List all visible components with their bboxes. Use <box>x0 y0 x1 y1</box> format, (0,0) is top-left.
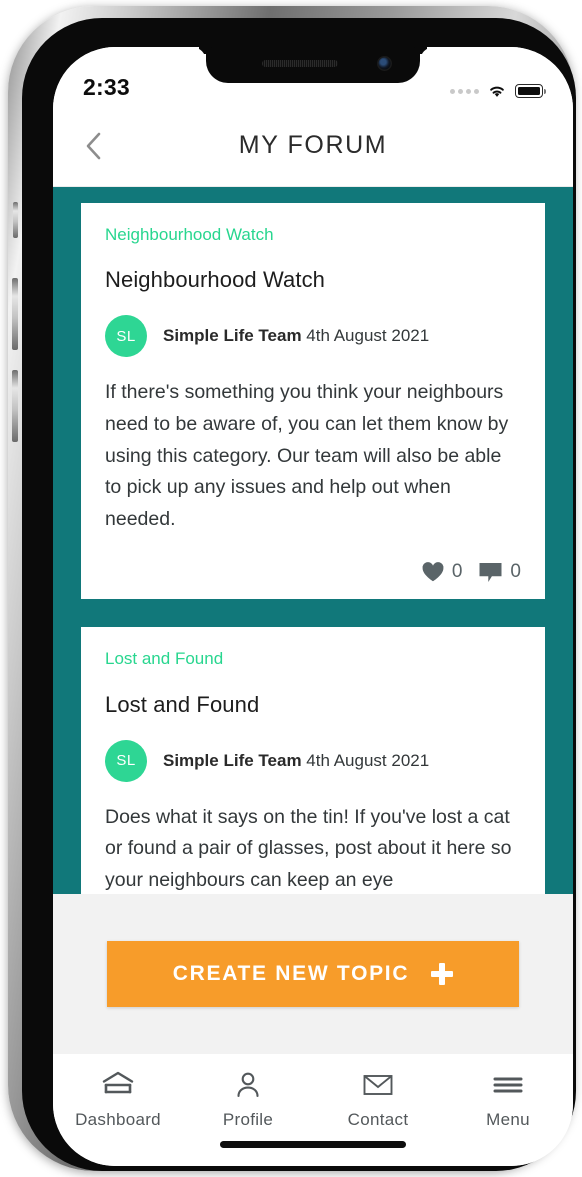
signal-dots-icon <box>450 88 479 94</box>
comment-stat[interactable]: 0 <box>478 561 521 583</box>
phone-body: 2:33 MY FORUM Neighbourhood Watch Neighb… <box>22 18 576 1171</box>
tab-menu-label: Menu <box>486 1110 530 1129</box>
post-body: Does what it says on the tin! If you've … <box>105 805 512 891</box>
silent-switch-button[interactable] <box>13 202 18 238</box>
post-byline: SL Simple Life Team 4th August 2021 <box>105 739 521 782</box>
tab-profile[interactable]: Profile <box>183 1068 313 1130</box>
post-category-link[interactable]: Lost and Found <box>105 649 521 669</box>
screenshot-stage: 2:33 MY FORUM Neighbourhood Watch Neighb… <box>0 0 582 1177</box>
wifi-icon <box>490 86 504 97</box>
forum-post-card[interactable]: Neighbourhood Watch Neighbourhood Watch … <box>81 203 545 600</box>
forum-post-list[interactable]: Neighbourhood Watch Neighbourhood Watch … <box>53 187 573 894</box>
tab-menu[interactable]: Menu <box>443 1068 573 1130</box>
plus-icon <box>431 963 454 985</box>
earpiece-speaker-icon <box>262 60 338 67</box>
front-camera-icon <box>377 56 392 71</box>
avatar: SL <box>105 739 147 782</box>
cta-footer: CREATE NEW TOPIC <box>53 894 573 1054</box>
post-byline-text: Simple Life Team 4th August 2021 <box>163 326 429 346</box>
page-title: MY FORUM <box>238 131 388 159</box>
back-button[interactable] <box>77 129 111 163</box>
post-title: Neighbourhood Watch <box>105 267 325 293</box>
post-date: 4th August 2021 <box>306 750 430 770</box>
tab-contact-label: Contact <box>347 1110 409 1129</box>
person-icon <box>233 1068 263 1102</box>
post-category-link[interactable]: Neighbourhood Watch <box>105 225 521 245</box>
phone-frame: 2:33 MY FORUM Neighbourhood Watch Neighb… <box>8 6 576 1171</box>
post-stats: 0 0 <box>105 561 521 583</box>
like-count: 0 <box>451 561 463 583</box>
home-indicator[interactable] <box>220 1141 406 1148</box>
create-new-topic-button[interactable]: CREATE NEW TOPIC <box>107 941 519 1007</box>
tab-profile-label: Profile <box>222 1110 274 1129</box>
comment-count: 0 <box>510 561 521 583</box>
volume-up-button[interactable] <box>12 278 18 350</box>
create-new-topic-label: CREATE NEW TOPIC <box>172 962 410 985</box>
hamburger-menu-icon <box>492 1068 524 1102</box>
post-author: Simple Life Team <box>163 750 302 770</box>
volume-down-button[interactable] <box>12 370 18 442</box>
tab-dashboard-label: Dashboard <box>75 1110 161 1129</box>
post-date: 4th August 2021 <box>306 326 430 346</box>
dashboard-house-icon <box>100 1068 136 1102</box>
device-notch <box>206 47 420 83</box>
comment-bubble-icon <box>479 563 502 583</box>
navigation-bar: MY FORUM <box>53 105 573 187</box>
avatar: SL <box>105 315 147 358</box>
post-byline: SL Simple Life Team 4th August 2021 <box>105 315 521 358</box>
phone-screen: 2:33 MY FORUM Neighbourhood Watch Neighb… <box>53 47 573 1166</box>
envelope-icon <box>362 1068 394 1102</box>
post-byline-text: Simple Life Team 4th August 2021 <box>163 751 429 771</box>
post-title: Lost and Found <box>105 691 260 717</box>
forum-post-card[interactable]: Lost and Found Lost and Found SL Simple … <box>81 627 545 894</box>
post-author: Simple Life Team <box>163 326 302 346</box>
tab-dashboard[interactable]: Dashboard <box>53 1068 183 1130</box>
battery-full-icon <box>515 84 547 98</box>
tab-contact[interactable]: Contact <box>313 1068 443 1130</box>
status-bar-indicators <box>450 83 547 99</box>
like-stat[interactable]: 0 <box>421 561 463 583</box>
heart-icon <box>422 562 444 582</box>
status-bar-clock: 2:33 <box>83 74 130 100</box>
chevron-left-icon <box>86 132 101 159</box>
post-body: If there's something you think your neig… <box>105 381 509 530</box>
bottom-tab-bar: Dashboard Profile Contact Menu <box>53 1054 573 1166</box>
